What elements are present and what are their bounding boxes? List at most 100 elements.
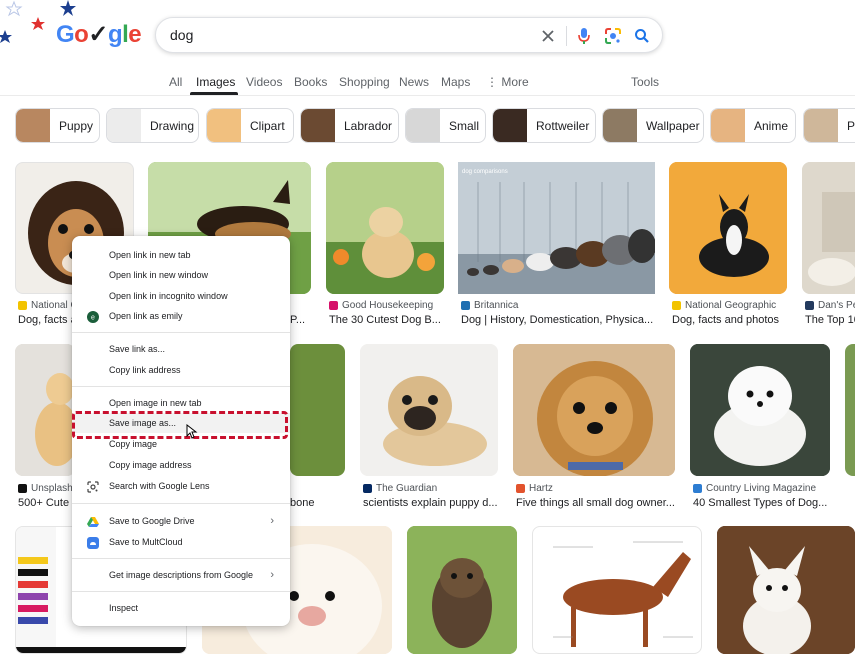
image-result-chihuahua[interactable] bbox=[717, 526, 855, 654]
google-lens-icon bbox=[87, 480, 99, 493]
result-source: Country Living Magazine bbox=[693, 483, 816, 494]
image-result-bichon[interactable] bbox=[690, 344, 830, 476]
chip-pe[interactable]: Pe bbox=[803, 108, 855, 143]
chip-wallpaper[interactable]: Wallpaper bbox=[602, 108, 704, 143]
chip-drawing[interactable]: Drawing bbox=[106, 108, 199, 143]
image-result-golden-retriever[interactable] bbox=[15, 344, 75, 476]
menu-search-google-lens[interactable]: Search with Google Lens bbox=[72, 476, 290, 496]
menu-get-image-descriptions[interactable]: Get image descriptions from Google › bbox=[72, 565, 290, 585]
result-caption[interactable]: The 30 Cutest Dog B... bbox=[329, 314, 449, 326]
chip-anime[interactable]: Anime bbox=[710, 108, 796, 143]
menu-open-link-new-window[interactable]: Open link in new window bbox=[72, 265, 290, 285]
tab-tools[interactable]: Tools bbox=[631, 75, 659, 89]
result-caption[interactable]: Five things all small dog owner... bbox=[516, 497, 681, 509]
chip-puppy[interactable]: Puppy bbox=[15, 108, 100, 143]
image-result-black-white-dog[interactable] bbox=[669, 162, 787, 294]
guardian-favicon bbox=[363, 484, 372, 493]
golden-retriever-image bbox=[15, 344, 75, 476]
dog-comparison-infographic: dog comparisons bbox=[458, 162, 655, 294]
bichon-image bbox=[690, 344, 830, 476]
chip-labrador[interactable]: Labrador bbox=[300, 108, 399, 143]
source-name: Country Living Magazine bbox=[706, 483, 817, 494]
menu-separator bbox=[72, 503, 290, 504]
menu-save-link-as[interactable]: Save link as... bbox=[72, 339, 290, 359]
menu-save-to-google-drive[interactable]: Save to Google Drive › bbox=[72, 511, 290, 531]
google-lens-icon[interactable] bbox=[603, 26, 623, 46]
chip-thumbnail bbox=[301, 109, 335, 142]
image-result-golden-puppy[interactable] bbox=[326, 162, 444, 294]
menu-save-to-multcloud[interactable]: Save to MultCloud bbox=[72, 532, 290, 552]
result-caption[interactable]: 500+ Cute I bbox=[18, 497, 72, 509]
menu-open-link-as-profile[interactable]: e Open link as emily bbox=[72, 306, 290, 326]
chip-thumbnail bbox=[107, 109, 141, 142]
tab-more[interactable]: ⋮ More bbox=[486, 75, 529, 89]
chip-label: Drawing bbox=[150, 118, 195, 133]
menu-inspect[interactable]: Inspect bbox=[72, 598, 290, 618]
tab-books[interactable]: Books bbox=[294, 75, 327, 89]
search-icon[interactable] bbox=[632, 26, 652, 46]
tab-images[interactable]: Images bbox=[196, 75, 235, 89]
image-result-white-dog[interactable] bbox=[802, 162, 855, 294]
black-white-dog-image bbox=[669, 162, 787, 294]
image-result-green-background[interactable] bbox=[290, 344, 345, 476]
result-source: The Guardian bbox=[363, 483, 437, 494]
menu-item-label: Save to MultCloud bbox=[109, 537, 183, 547]
chip-rottweiler[interactable]: Rottweiler bbox=[492, 108, 596, 143]
menu-separator bbox=[72, 591, 290, 592]
search-box[interactable]: dog bbox=[155, 17, 663, 53]
tab-all[interactable]: All bbox=[169, 75, 182, 89]
chip-thumbnail bbox=[493, 109, 527, 142]
result-caption[interactable]: P... bbox=[290, 314, 310, 326]
result-caption[interactable]: scientists explain puppy d... bbox=[363, 497, 503, 509]
menu-open-image-new-tab[interactable]: Open image in new tab bbox=[72, 393, 290, 413]
tab-shopping[interactable]: Shopping bbox=[339, 75, 390, 89]
chip-small[interactable]: Small bbox=[405, 108, 486, 143]
source-name: Good Housekeeping bbox=[342, 300, 434, 311]
image-result-shaggy-dog[interactable] bbox=[407, 526, 517, 654]
result-caption[interactable]: The Top 10 bbox=[805, 314, 855, 326]
tab-videos[interactable]: Videos bbox=[246, 75, 282, 89]
chip-clipart[interactable]: Clipart bbox=[206, 108, 294, 143]
menu-open-link-incognito[interactable]: Open link in incognito window bbox=[72, 286, 290, 306]
image-result-edge[interactable] bbox=[845, 344, 855, 476]
search-input[interactable]: dog bbox=[170, 27, 193, 43]
unsplash-favicon bbox=[18, 484, 27, 493]
chip-label: Rottweiler bbox=[536, 118, 590, 133]
clear-icon[interactable] bbox=[538, 26, 558, 46]
submenu-arrow-icon: › bbox=[270, 515, 274, 527]
svg-text:e: e bbox=[91, 315, 95, 322]
dans-pet-favicon bbox=[805, 301, 814, 310]
image-result-pug[interactable] bbox=[360, 344, 498, 476]
result-caption[interactable]: Dog | History, Domestication, Physica... bbox=[461, 314, 656, 326]
menu-separator bbox=[72, 558, 290, 559]
menu-copy-link-address[interactable]: Copy link address bbox=[72, 360, 290, 380]
image-result-britannica-chart[interactable]: dog comparisons bbox=[458, 162, 655, 294]
voice-search-icon[interactable] bbox=[574, 26, 594, 46]
profile-avatar-icon: e bbox=[87, 310, 99, 323]
chip-label: Clipart bbox=[250, 118, 285, 133]
chart-title: dog comparisons bbox=[462, 169, 508, 175]
natgeo-favicon bbox=[18, 301, 27, 310]
chip-thumbnail bbox=[16, 109, 50, 142]
image-result-dog-anatomy[interactable] bbox=[532, 526, 702, 654]
tab-maps[interactable]: Maps bbox=[441, 75, 470, 89]
menu-open-link-new-tab[interactable]: Open link in new tab bbox=[72, 245, 290, 265]
menu-separator bbox=[72, 386, 290, 387]
menu-item-label: Search with Google Lens bbox=[109, 481, 210, 491]
menu-copy-image-address[interactable]: Copy image address bbox=[72, 455, 290, 475]
chip-thumbnail bbox=[207, 109, 241, 142]
chip-thumbnail bbox=[711, 109, 745, 142]
image-result-yorkie[interactable] bbox=[513, 344, 675, 476]
result-caption[interactable]: bone bbox=[290, 497, 320, 509]
tab-news[interactable]: News bbox=[399, 75, 429, 89]
result-caption[interactable]: Dog, facts and photos bbox=[18, 314, 72, 326]
result-caption[interactable]: 40 Smallest Types of Dog... bbox=[693, 497, 838, 509]
country-living-favicon bbox=[693, 484, 702, 493]
google-drive-icon bbox=[87, 515, 99, 527]
menu-item-label: Save to Google Drive bbox=[109, 516, 195, 526]
natgeo-favicon bbox=[672, 301, 681, 310]
google-logo[interactable]: Go✓gle bbox=[56, 20, 142, 49]
menu-separator bbox=[72, 332, 290, 333]
header-divider bbox=[0, 95, 855, 96]
result-caption[interactable]: Dog, facts and photos bbox=[672, 314, 792, 326]
